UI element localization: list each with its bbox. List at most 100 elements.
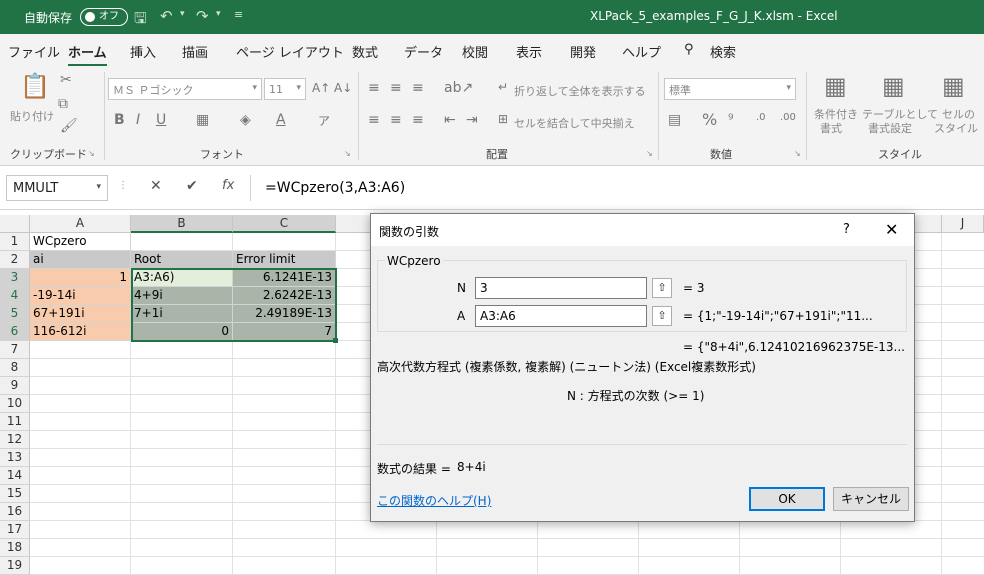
align-right-icon[interactable]: ≡ xyxy=(412,112,424,128)
collapse-dialog-icon[interactable]: ⇧ xyxy=(652,278,672,298)
copy-icon[interactable]: ⧉ xyxy=(58,96,68,112)
select-all-corner[interactable] xyxy=(0,215,30,233)
align-top-icon[interactable]: ≡ xyxy=(368,80,380,96)
insert-function-icon[interactable]: fx xyxy=(222,178,234,193)
chevron-down-icon[interactable]: ▾ xyxy=(96,182,101,192)
alignment-launcher-icon[interactable]: ↘ xyxy=(646,149,653,158)
cut-icon[interactable]: ✂ xyxy=(60,72,72,88)
search-icon[interactable]: ⚲ xyxy=(684,42,694,57)
cell-c3[interactable]: 6.1241E-13 xyxy=(233,269,336,287)
row-header[interactable]: 11 xyxy=(0,413,30,431)
format-as-table-label2[interactable]: 書式設定 xyxy=(868,120,912,136)
tab-developer[interactable]: 開発 xyxy=(570,42,596,61)
paste-icon[interactable]: 📋 xyxy=(20,72,50,100)
tab-page-layout[interactable]: ページ レイアウト xyxy=(236,42,344,61)
tab-formulas[interactable]: 数式 xyxy=(352,42,378,61)
chevron-down-icon[interactable]: ▾ xyxy=(252,83,257,93)
help-button[interactable]: ? xyxy=(843,222,850,237)
underline-icon[interactable]: U xyxy=(156,112,166,128)
cell-styles-icon[interactable]: ▦ xyxy=(942,72,965,100)
phonetic-icon[interactable]: ア xyxy=(318,112,330,129)
number-launcher-icon[interactable]: ↘ xyxy=(794,149,801,158)
column-header[interactable]: J xyxy=(942,215,984,233)
row-header[interactable]: 3 xyxy=(0,269,30,287)
cell-a3[interactable]: 1 xyxy=(30,269,131,287)
column-header[interactable]: A xyxy=(30,215,131,233)
chevron-down-icon[interactable]: ▾ xyxy=(296,83,301,93)
cell-a1[interactable]: WCpzero xyxy=(30,233,131,251)
comma-icon[interactable]: ⁹ xyxy=(728,112,734,128)
decrease-decimal-icon[interactable]: .00 xyxy=(780,112,796,123)
enter-icon[interactable]: ✔ xyxy=(186,178,198,194)
italic-icon[interactable]: I xyxy=(136,112,140,128)
shrink-font-icon[interactable]: A↓ xyxy=(334,81,352,95)
merge-center-icon[interactable]: ⊞ xyxy=(498,112,508,126)
function-help-link[interactable]: この関数のヘルプ(H) xyxy=(377,492,491,509)
customize-qat-icon[interactable]: ≡ xyxy=(234,8,243,21)
cancel-button[interactable]: キャンセル xyxy=(833,487,909,511)
tab-insert[interactable]: 挿入 xyxy=(130,42,156,61)
wrap-text-button[interactable]: 折り返して全体を表示する xyxy=(514,83,646,99)
row-header[interactable]: 5 xyxy=(0,305,30,323)
align-bottom-icon[interactable]: ≡ xyxy=(412,80,424,96)
cell-b2[interactable]: Root xyxy=(131,251,233,269)
arg-n-input[interactable]: 3 xyxy=(475,277,647,299)
row-header[interactable]: 7 xyxy=(0,341,30,359)
redo-icon[interactable]: ↷ xyxy=(196,7,209,25)
row-header[interactable]: 10 xyxy=(0,395,30,413)
tab-search[interactable]: 検索 xyxy=(710,42,736,61)
cell-a6[interactable]: 116-612i xyxy=(30,323,131,341)
cell-c4[interactable]: 2.6242E-13 xyxy=(233,287,336,305)
undo-dropdown-icon[interactable]: ▾ xyxy=(180,9,185,19)
align-center-icon[interactable]: ≡ xyxy=(390,112,402,128)
row-header[interactable]: 16 xyxy=(0,503,30,521)
cell-c6[interactable]: 7 xyxy=(233,323,336,341)
cell-styles-label2[interactable]: スタイル xyxy=(934,120,978,136)
tab-view[interactable]: 表示 xyxy=(516,42,542,61)
cell-b5[interactable]: 7+1i xyxy=(131,305,233,323)
column-header[interactable]: B xyxy=(131,215,233,233)
chevron-down-icon[interactable]: ▾ xyxy=(786,83,791,93)
ok-button[interactable]: OK xyxy=(749,487,825,511)
wrap-text-icon[interactable]: ↵ xyxy=(498,80,508,94)
row-header[interactable]: 19 xyxy=(0,557,30,575)
align-middle-icon[interactable]: ≡ xyxy=(390,80,402,96)
cell-b6[interactable]: 0 xyxy=(131,323,233,341)
fill-color-icon[interactable]: ◈ xyxy=(240,112,251,128)
cell-c2[interactable]: Error limit xyxy=(233,251,336,269)
row-header[interactable]: 9 xyxy=(0,377,30,395)
tab-draw[interactable]: 描画 xyxy=(182,42,208,61)
conditional-format-label2[interactable]: 書式 xyxy=(820,120,842,136)
redo-dropdown-icon[interactable]: ▾ xyxy=(216,9,221,19)
formula-input[interactable]: =WCpzero(3,A3:A6) xyxy=(250,175,984,201)
font-color-icon[interactable]: A xyxy=(276,112,286,128)
splitter-icon[interactable]: ⋮ xyxy=(118,180,128,191)
percent-icon[interactable]: % xyxy=(702,110,717,129)
row-header[interactable]: 1 xyxy=(0,233,30,251)
name-box[interactable]: MMULT ▾ xyxy=(6,175,108,201)
cell-a2[interactable]: ai xyxy=(30,251,131,269)
row-header[interactable]: 12 xyxy=(0,431,30,449)
clipboard-launcher-icon[interactable]: ↘ xyxy=(88,149,95,158)
column-header[interactable]: C xyxy=(233,215,336,233)
cancel-icon[interactable]: ✕ xyxy=(150,178,162,194)
row-header[interactable]: 8 xyxy=(0,359,30,377)
paste-label[interactable]: 貼り付け xyxy=(10,108,54,124)
format-as-table-icon[interactable]: ▦ xyxy=(882,72,905,100)
cell-b3[interactable]: A3:A6) xyxy=(131,269,233,287)
grow-font-icon[interactable]: A↑ xyxy=(312,81,330,95)
row-header[interactable]: 6 xyxy=(0,323,30,341)
row-header[interactable]: 18 xyxy=(0,539,30,557)
cell-a5[interactable]: 67+191i xyxy=(30,305,131,323)
merge-center-button[interactable]: セルを結合して中央揃え xyxy=(514,115,635,131)
row-header[interactable]: 2 xyxy=(0,251,30,269)
tab-home[interactable]: ホーム xyxy=(68,42,107,66)
font-size-box[interactable]: 11 ▾ xyxy=(264,78,306,100)
tab-help[interactable]: ヘルプ xyxy=(622,42,661,61)
bold-icon[interactable]: B xyxy=(114,112,125,128)
borders-icon[interactable]: ▦ xyxy=(196,112,209,128)
undo-icon[interactable]: ↶ xyxy=(160,7,173,25)
row-header[interactable]: 13 xyxy=(0,449,30,467)
increase-indent-icon[interactable]: ⇥ xyxy=(466,112,478,128)
row-header[interactable]: 4 xyxy=(0,287,30,305)
